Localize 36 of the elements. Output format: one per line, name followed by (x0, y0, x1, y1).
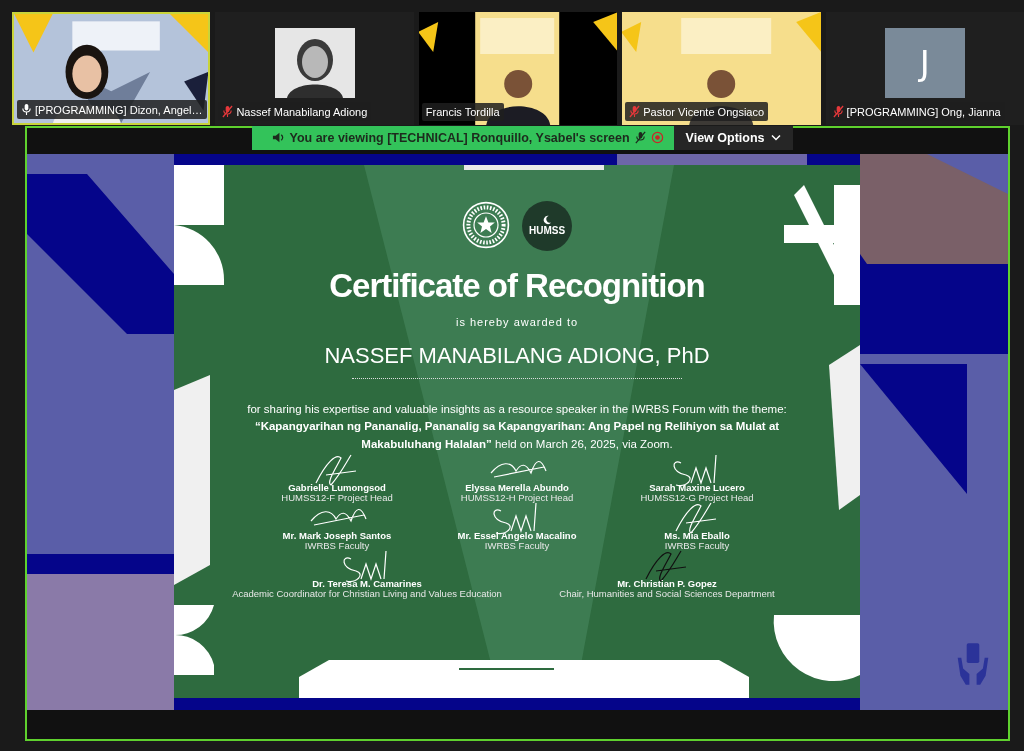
participant-name: [PROGRAMMING] Ong, Jianna (846, 105, 1001, 118)
signatory-role: IWRBS Faculty (664, 541, 730, 552)
avatar-initial: J (919, 43, 930, 83)
signatory-name: Mr. Christian P. Gopez (617, 579, 717, 590)
certificate-subtitle: is hereby awarded to (455, 315, 579, 328)
signatory-name: Ms. Mia Eballo (664, 531, 730, 542)
signatory-role: Academic Coordinator for Christian Living and Values Education (232, 589, 502, 600)
logo-text: HUMSS (528, 225, 566, 237)
recipient-name: NASSEF MANABILANG ADIONG, PhD (324, 343, 710, 368)
certificate-title: Certificate of Recognition (329, 268, 705, 302)
view-options-button[interactable]: View Options (673, 125, 793, 150)
seal-icon (462, 200, 510, 249)
signatory-name: Mr. Essel Angelo Macalino (457, 531, 577, 542)
signatory-role: IWRBS Faculty (304, 541, 370, 552)
participant-name: Nassef Manabilang Adiong (236, 105, 368, 118)
signatory-name: Gabrielle Lumongsod (288, 483, 386, 494)
participant-name: Pastor Vicente Ongsiaco (643, 105, 765, 118)
signatory-name: Dr. Teresa M. Camarines (312, 579, 422, 590)
signatory-role: HUMSS12-H Project Head (460, 493, 574, 504)
signatory-name: Mr. Mark Joseph Santos (282, 531, 392, 542)
moon-icon (542, 215, 552, 226)
hands-book-icon (955, 640, 991, 687)
signatory-role: HUMSS12-F Project Head (281, 493, 393, 504)
participant-name: [PROGRAMMING] Dizon, Angel… (35, 103, 203, 116)
signatory-name: Elyssa Merella Abundo (465, 483, 569, 494)
participant-name: Francis Tordilla (425, 106, 500, 118)
certificate-text: for sharing his expertise and valuable insights as a resource speaker in the IWRBS Forum with the theme: “Kapangyarihan ng Pananalig, Pananalig sa Kapangyarihan: Ang Papel ng Relihiyon sa Mulat at Makabuluhang Halalan” held on March 26, 2025, via Zoom. (246, 401, 788, 452)
record-icon (650, 131, 664, 145)
signatory-name: Sarah Maxine Lucero (649, 483, 745, 494)
signatory-role: IWRBS Faculty (484, 541, 550, 552)
signatory-role: Chair, Humanities and Social Sciences Department (559, 589, 775, 600)
muted-mic-icon (633, 131, 647, 145)
banner-text: You are viewing [TECHNICAL] Ronquillo, Ysabel's screen (289, 130, 630, 145)
chevron-icon (770, 134, 781, 142)
signatory-role: HUMSS12-G Project Head (640, 493, 754, 504)
pinwheel-ornament-drawing (174, 604, 214, 675)
